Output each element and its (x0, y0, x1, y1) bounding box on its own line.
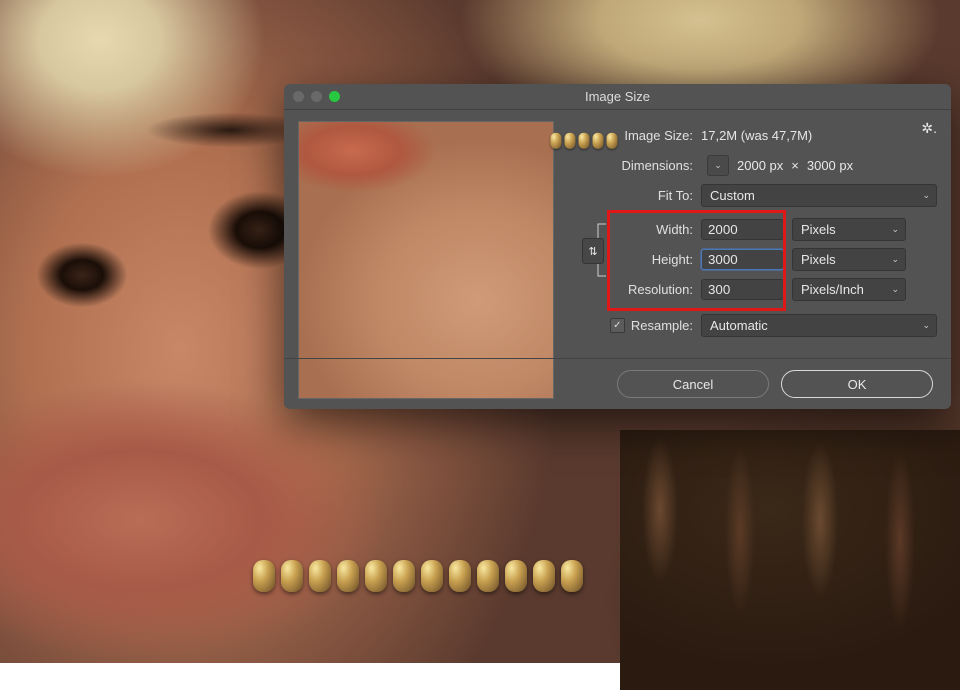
resample-value: Automatic (710, 318, 768, 333)
chevron-down-icon: ⌄ (891, 254, 899, 265)
chevron-down-icon: ⌄ (891, 284, 899, 295)
chevron-down-icon: ⌄ (891, 224, 899, 235)
dialog-titlebar[interactable]: Image Size (284, 84, 951, 110)
ok-button[interactable]: OK (781, 370, 933, 398)
fit-to-label: Fit To: (598, 188, 701, 203)
dimensions-sep: × (791, 158, 799, 173)
width-input[interactable] (701, 219, 784, 240)
resolution-input[interactable] (701, 279, 784, 300)
resample-checkbox[interactable]: ✓ (610, 318, 625, 333)
image-size-label: Image Size: (598, 128, 701, 143)
height-unit-select[interactable]: Pixels ⌄ (792, 248, 906, 271)
width-label: Width: (598, 222, 701, 237)
link-icon: ⇅ (588, 245, 597, 258)
minimize-icon[interactable] (311, 91, 322, 102)
chevron-down-icon: ⌄ (714, 160, 722, 171)
cancel-button[interactable]: Cancel (617, 370, 769, 398)
resample-label: Resample: (631, 318, 693, 333)
resample-select[interactable]: Automatic ⌄ (701, 314, 937, 337)
fit-to-select[interactable]: Custom ⌄ (701, 184, 937, 207)
window-controls (293, 91, 340, 102)
dimensions-width: 2000 px (737, 158, 783, 173)
resolution-label: Resolution: (598, 282, 701, 297)
dimensions-height: 3000 px (807, 158, 853, 173)
width-unit: Pixels (801, 222, 836, 237)
resolution-unit: Pixels/Inch (801, 282, 864, 297)
fit-to-value: Custom (710, 188, 755, 203)
width-unit-select[interactable]: Pixels ⌄ (792, 218, 906, 241)
dimensions-label: Dimensions: (598, 158, 701, 173)
chevron-down-icon: ⌄ (922, 190, 930, 201)
constrain-proportions-button[interactable]: ⇅ (582, 238, 604, 264)
chevron-down-icon: ⌄ (922, 320, 930, 331)
height-label: Height: (598, 252, 701, 267)
maximize-icon[interactable] (329, 91, 340, 102)
resolution-unit-select[interactable]: Pixels/Inch ⌄ (792, 278, 906, 301)
image-size-value: 17,2M (was 47,7M) (701, 128, 812, 143)
dialog-title: Image Size (585, 89, 650, 104)
dialog-footer: Cancel OK (284, 358, 951, 409)
gear-icon[interactable]: ✲. (921, 120, 937, 137)
background-photo-hair (620, 430, 960, 690)
form-area: ✲. Image Size: 17,2M (was 47,7M) Dimensi… (568, 110, 951, 385)
close-icon[interactable] (293, 91, 304, 102)
height-unit: Pixels (801, 252, 836, 267)
height-input[interactable] (701, 249, 784, 270)
image-size-dialog: Image Size ✲. Image Size: 17,2M (was 47,… (284, 84, 951, 409)
dimensions-disclosure[interactable]: ⌄ (707, 155, 729, 176)
